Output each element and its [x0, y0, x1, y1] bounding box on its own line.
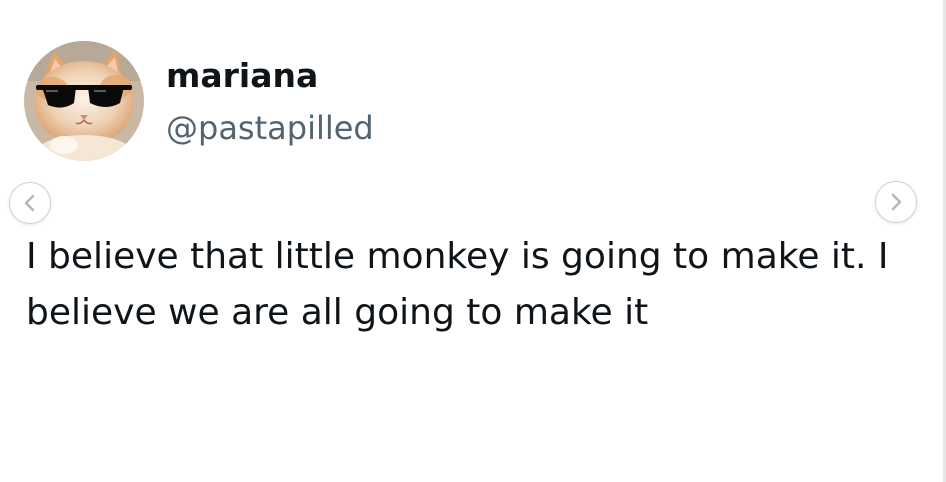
carousel-prev-button[interactable] [9, 182, 51, 224]
cat-sunglasses-avatar-icon [24, 41, 144, 161]
tweet-screenshot: mariana @pastapilled I believe that litt… [0, 0, 946, 482]
carousel-next-button[interactable] [875, 181, 917, 223]
author-display-name[interactable]: mariana [166, 54, 318, 98]
chevron-right-icon [891, 193, 902, 211]
author-handle[interactable]: @pastapilled [166, 106, 374, 150]
avatar[interactable] [24, 41, 144, 161]
chevron-left-icon [24, 194, 35, 212]
tweet-text: I believe that little monkey is going to… [26, 236, 889, 333]
